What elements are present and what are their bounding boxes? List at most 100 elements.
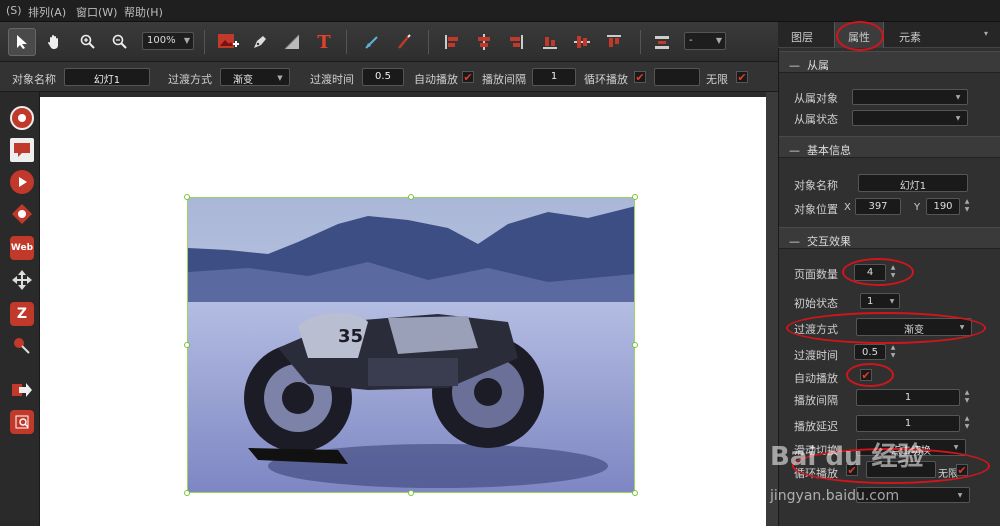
search-panel-icon[interactable] [10, 410, 34, 434]
chevron-down-icon: ▼ [955, 94, 961, 101]
panel-menu-icon[interactable]: ▾ [976, 22, 996, 48]
distribute-icon[interactable] [648, 28, 676, 56]
resize-handle-nw[interactable] [184, 194, 190, 200]
loop-label: 循环播放 [584, 73, 628, 86]
owner-object-select[interactable]: ▼ [852, 89, 968, 105]
baidu-watermark-logo: Bai du 经验 [770, 442, 924, 472]
arrow-line-icon[interactable] [358, 28, 386, 56]
duration-input[interactable]: 0.5 [362, 68, 404, 86]
transition-label: 过渡方式 [168, 73, 212, 86]
dur-label: 过渡时间 [794, 349, 838, 362]
menu-item-select[interactable]: (S) [6, 4, 22, 17]
record-icon[interactable] [10, 106, 34, 130]
z-order-icon[interactable]: Z [10, 302, 34, 326]
annotation-circle-pages [842, 258, 914, 286]
main-toolbar: 100% ▼ T - ▼ [0, 22, 778, 62]
select-arrow-icon[interactable] [8, 28, 36, 56]
properties-bar: 对象名称 幻灯1 过渡方式 渐变 ▼ 过渡时间 0.5 自动播放 ✔ 播放间隔 1… [0, 62, 778, 92]
section-owner[interactable]: — 从属 [779, 51, 1000, 73]
delay-input[interactable]: 1 [856, 415, 960, 432]
zoom-select[interactable]: 100% ▼ [142, 32, 194, 50]
align-top-icon[interactable] [600, 28, 628, 56]
add-image-icon[interactable] [214, 28, 242, 56]
separator [428, 30, 429, 54]
interval-label: 播放间隔 [482, 73, 526, 86]
align-center-h-icon[interactable] [470, 28, 498, 56]
loop-count-input[interactable] [654, 68, 700, 86]
separator [346, 30, 347, 54]
basic-pos-label: 对象位置 [794, 203, 838, 216]
web-icon[interactable]: Web [10, 236, 34, 260]
resize-handle-sw[interactable] [184, 490, 190, 496]
tab-elements[interactable]: 元素 [888, 22, 932, 48]
autoplay-checkbox[interactable]: ✔ [462, 71, 474, 83]
zoom-value: 100% [147, 35, 176, 46]
separator [640, 30, 641, 54]
target-icon[interactable] [10, 202, 34, 226]
object-name-label: 对象名称 [12, 73, 56, 86]
spinner-icon[interactable]: ▲ ▼ [962, 198, 972, 214]
loop-checkbox[interactable]: ✔ [634, 71, 646, 83]
resize-handle-ne[interactable] [632, 194, 638, 200]
duration-value: 0.5 [375, 71, 391, 82]
init-state-select[interactable]: 1 ▼ [860, 293, 900, 309]
menu-item-help[interactable]: 帮助(H) [124, 4, 163, 20]
chevron-down-icon: ▼ [957, 492, 963, 499]
annotation-circle-transition [786, 312, 986, 344]
motorcycle-photo: 35 [188, 198, 634, 492]
chevron-down-icon: ▼ [277, 74, 283, 82]
spinner-icon[interactable]: ▲ ▼ [962, 415, 972, 431]
zoom-in-icon[interactable] [74, 28, 102, 56]
align-center-v-icon[interactable] [568, 28, 596, 56]
pen-tool-icon[interactable] [246, 28, 274, 56]
move-arrows-icon[interactable] [10, 268, 34, 292]
align-right-icon[interactable] [502, 28, 530, 56]
section-basic[interactable]: — 基本信息 [779, 136, 1000, 158]
basic-name-input[interactable]: 幻灯1 [858, 174, 968, 192]
align-bottom-icon[interactable] [536, 28, 564, 56]
interval-panel-input[interactable]: 1 [856, 389, 960, 406]
record-dot [18, 114, 26, 122]
align-select[interactable]: - ▼ [684, 32, 726, 50]
pos-x-input[interactable]: 397 [855, 198, 901, 215]
menu-item-window[interactable]: 窗口(W) [76, 4, 117, 20]
brush-tool-icon[interactable] [390, 28, 418, 56]
shape-tool-icon[interactable] [278, 28, 306, 56]
speech-bubble-icon[interactable] [10, 138, 34, 162]
play-icon[interactable] [10, 170, 34, 194]
tab-layers[interactable]: 图层 [778, 22, 826, 48]
infinite-label: 无限 [706, 73, 728, 86]
right-panel-tabs: 图层 属性 元素 ▾ [778, 22, 1000, 48]
zoom-out-icon[interactable] [106, 28, 134, 56]
interval-panel-label: 播放间隔 [794, 394, 838, 407]
align-left-icon[interactable] [438, 28, 466, 56]
interval-input[interactable]: 1 [532, 68, 576, 86]
pin-icon[interactable] [10, 334, 34, 358]
resize-handle-se[interactable] [632, 490, 638, 496]
pos-y-input[interactable]: 190 [926, 198, 960, 215]
object-name-input[interactable]: 幻灯1 [64, 68, 150, 86]
resize-handle-w[interactable] [184, 342, 190, 348]
resize-handle-s[interactable] [408, 490, 414, 496]
slideshow-image[interactable]: 35 [187, 197, 635, 493]
transition-select[interactable]: 渐变 ▼ [220, 68, 290, 86]
section-owner-title: 从属 [807, 59, 829, 72]
owner-state-select[interactable]: ▼ [852, 110, 968, 126]
dur-input[interactable]: 0.5 [854, 344, 886, 360]
spinner-icon[interactable]: ▲ ▼ [888, 344, 898, 360]
export-icon[interactable] [10, 378, 34, 402]
resize-handle-n[interactable] [408, 194, 414, 200]
menu-bar: (S) 排列(A) 窗口(W) 帮助(H) [0, 0, 1000, 22]
resize-handle-e[interactable] [632, 342, 638, 348]
menu-item-arrange[interactable]: 排列(A) [28, 4, 66, 20]
section-interaction[interactable]: — 交互效果 [779, 227, 1000, 249]
duration-label: 过渡时间 [310, 73, 354, 86]
spinner-icon[interactable]: ▲ ▼ [962, 389, 972, 405]
hand-pan-icon[interactable] [40, 28, 68, 56]
chevron-down-icon: ▼ [955, 115, 961, 122]
infinite-checkbox[interactable]: ✔ [736, 71, 748, 83]
separator [204, 30, 205, 54]
text-tool-icon[interactable]: T [310, 28, 338, 56]
chevron-down-icon: ▼ [715, 36, 722, 45]
owner-state-label: 从属状态 [794, 113, 838, 126]
